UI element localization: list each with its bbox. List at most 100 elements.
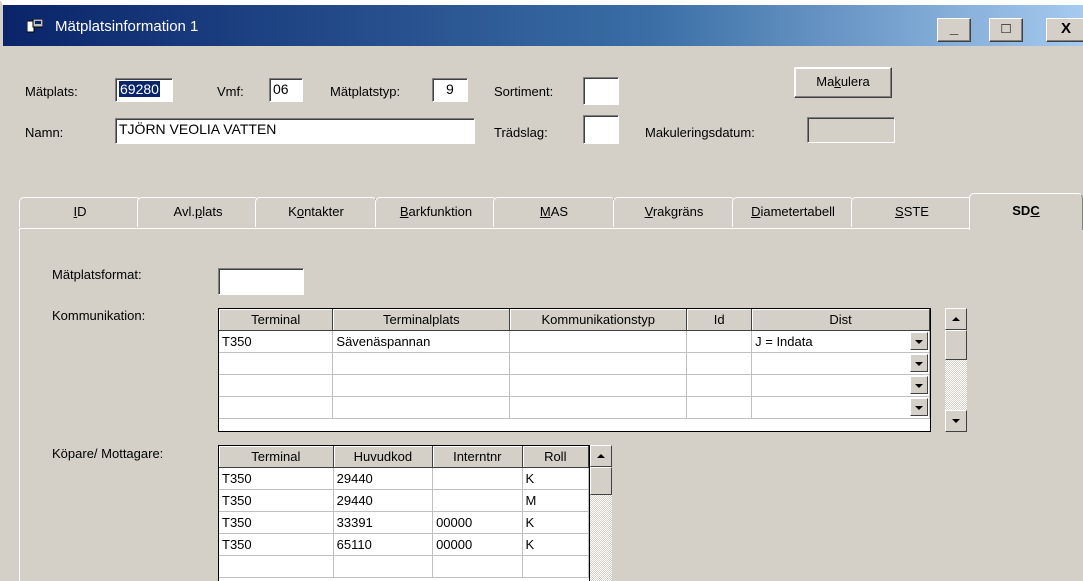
scroll-thumb[interactable] xyxy=(945,330,967,360)
table-cell[interactable] xyxy=(686,396,753,419)
column-header-terminal[interactable]: Terminal xyxy=(219,446,334,468)
tab-id[interactable]: ID xyxy=(19,197,141,227)
column-header-kommunikationstyp[interactable]: Kommunikationstyp xyxy=(509,309,688,331)
sortiment-label: Sortiment: xyxy=(494,84,554,99)
tab-kontakter[interactable]: Kontakter xyxy=(255,197,377,227)
table-cell[interactable] xyxy=(509,396,688,419)
tab-sste-label-post: STE xyxy=(903,204,929,219)
table-cell[interactable] xyxy=(332,374,511,397)
table-cell[interactable]: 00000 xyxy=(432,511,523,534)
sortiment-field[interactable] xyxy=(583,77,619,105)
kopare-grid[interactable]: Terminal Huvudkod Interntnr Roll T350 29… xyxy=(218,445,590,581)
table-row[interactable]: T350 33391 00000 K xyxy=(219,511,590,534)
chevron-down-icon[interactable] xyxy=(910,332,928,350)
table-cell[interactable]: T350 xyxy=(219,511,334,534)
column-header-terminal[interactable]: Terminal xyxy=(219,309,334,331)
table-row[interactable] xyxy=(219,555,590,578)
table-cell[interactable] xyxy=(219,396,334,419)
table-cell[interactable]: Sävenäspannan xyxy=(332,330,511,353)
maximize-button[interactable]: □ xyxy=(989,18,1023,42)
table-cell[interactable] xyxy=(333,555,434,578)
table-cell[interactable] xyxy=(219,555,334,578)
tab-sste[interactable]: SSTE xyxy=(851,197,973,227)
table-row[interactable]: T350 65110 00000 K xyxy=(219,533,590,556)
table-cell[interactable]: 29440 xyxy=(333,467,434,490)
vmf-field[interactable]: 06 xyxy=(269,78,303,102)
makulera-button[interactable]: Makulera xyxy=(794,67,892,98)
matplatstyp-field[interactable]: 9 xyxy=(432,78,468,102)
table-cell[interactable] xyxy=(522,555,590,578)
table-cell[interactable] xyxy=(686,330,753,353)
table-row[interactable] xyxy=(219,352,930,375)
matplatsformat-field[interactable] xyxy=(218,268,304,295)
dist-dropdown[interactable] xyxy=(751,352,930,375)
chevron-down-icon[interactable] xyxy=(910,376,928,394)
kopare-scrollbar[interactable] xyxy=(590,445,612,581)
matplatstyp-value: 9 xyxy=(446,81,454,97)
table-cell[interactable] xyxy=(686,352,753,375)
close-icon: X xyxy=(1060,20,1071,37)
table-cell[interactable] xyxy=(432,489,523,512)
tab-vrakgrans[interactable]: Vrakgräns xyxy=(613,197,735,227)
table-cell[interactable] xyxy=(219,352,334,375)
table-cell[interactable]: 33391 xyxy=(333,511,434,534)
scroll-thumb[interactable] xyxy=(590,467,612,495)
dist-dropdown[interactable]: J = Indata xyxy=(751,330,930,353)
table-row[interactable]: T350 Sävenäspannan J = Indata xyxy=(219,330,930,353)
close-button[interactable]: X xyxy=(1046,18,1083,42)
tradslag-field[interactable] xyxy=(583,115,619,144)
table-row[interactable] xyxy=(219,374,930,397)
tab-mas[interactable]: MAS xyxy=(493,197,615,227)
chevron-down-icon[interactable] xyxy=(910,354,928,372)
table-row[interactable] xyxy=(219,396,930,419)
table-cell[interactable]: K xyxy=(522,533,590,556)
table-cell[interactable] xyxy=(432,467,523,490)
dist-dropdown[interactable] xyxy=(751,374,930,397)
table-cell[interactable] xyxy=(332,352,511,375)
tab-avl-plats[interactable]: Avl.plats xyxy=(137,197,259,227)
chevron-down-icon[interactable] xyxy=(910,398,928,416)
table-cell[interactable] xyxy=(509,374,688,397)
tab-barkfunktion[interactable]: Barkfunktion xyxy=(375,197,497,227)
window-title: Mätplatsinformation 1 xyxy=(55,18,199,35)
table-cell[interactable] xyxy=(509,352,688,375)
column-header-terminalplats[interactable]: Terminalplats xyxy=(332,309,511,331)
table-cell[interactable]: T350 xyxy=(219,533,334,556)
makulera-label-post: ulera xyxy=(840,74,870,89)
table-cell[interactable]: K xyxy=(522,511,590,534)
column-header-interntnr[interactable]: Interntnr xyxy=(432,446,523,468)
table-row[interactable]: T350 29440 K xyxy=(219,467,590,490)
table-cell[interactable] xyxy=(686,374,753,397)
minimize-button[interactable]: _ xyxy=(937,18,971,42)
matplats-field[interactable]: 69280 xyxy=(115,78,173,102)
column-header-id[interactable]: Id xyxy=(686,309,753,331)
column-header-huvudkod[interactable]: Huvudkod xyxy=(333,446,434,468)
kommunikation-grid[interactable]: Terminal Terminalplats Kommunikationstyp… xyxy=(218,308,931,432)
table-cell[interactable]: 00000 xyxy=(432,533,523,556)
table-cell[interactable]: T350 xyxy=(219,489,334,512)
tab-kontakter-label-post: ntakter xyxy=(304,204,344,219)
title-bar[interactable]: Mätplatsinformation 1 _ □ X xyxy=(0,0,1083,46)
scroll-down-arrow-icon[interactable] xyxy=(945,410,967,432)
table-cell[interactable] xyxy=(332,396,511,419)
table-cell[interactable]: T350 xyxy=(219,330,334,353)
column-header-roll[interactable]: Roll xyxy=(522,446,590,468)
tab-sdc[interactable]: SDC xyxy=(969,193,1083,230)
table-cell[interactable] xyxy=(509,330,688,353)
dist-dropdown[interactable] xyxy=(751,396,930,419)
table-cell[interactable] xyxy=(219,374,334,397)
column-header-dist[interactable]: Dist xyxy=(751,309,930,331)
kommunikation-scrollbar[interactable] xyxy=(945,308,967,432)
table-cell[interactable]: 65110 xyxy=(333,533,434,556)
tab-strip: ID Avl.plats Kontakter Barkfunktion MAS … xyxy=(19,193,1083,230)
table-row[interactable]: T350 29440 M xyxy=(219,489,590,512)
table-cell[interactable]: M xyxy=(522,489,590,512)
scroll-up-arrow-icon[interactable] xyxy=(590,445,612,467)
scroll-up-arrow-icon[interactable] xyxy=(945,308,967,330)
table-cell[interactable] xyxy=(432,555,523,578)
table-cell[interactable]: 29440 xyxy=(333,489,434,512)
tab-diametertabell[interactable]: Diametertabell xyxy=(732,197,854,227)
table-cell[interactable]: K xyxy=(522,467,590,490)
table-cell[interactable]: T350 xyxy=(219,467,334,490)
namn-field[interactable]: TJÖRN VEOLIA VATTEN xyxy=(115,118,475,144)
